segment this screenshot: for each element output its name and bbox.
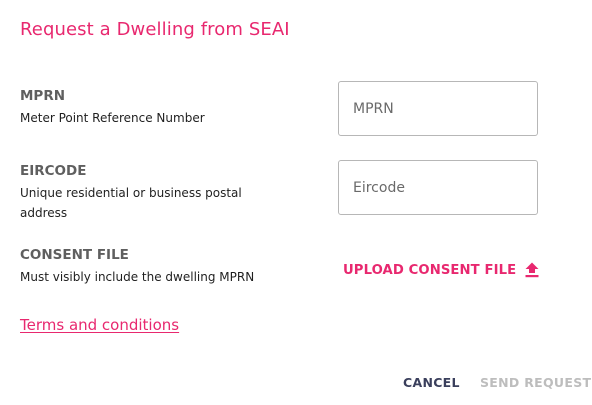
eircode-input[interactable]: [338, 160, 538, 215]
dialog-title: Request a Dwelling from SEAI: [20, 19, 290, 40]
upload-icon: [525, 262, 539, 278]
consent-file-label: CONSENT FILE: [20, 247, 129, 263]
upload-consent-file-label: UPLOAD CONSENT FILE: [343, 262, 517, 278]
cancel-button[interactable]: CANCEL: [403, 375, 460, 390]
consent-file-description: Must visibly include the dwelling MPRN: [20, 270, 255, 284]
request-dwelling-dialog: Request a Dwelling from SEAI MPRN Meter …: [0, 0, 592, 405]
upload-consent-file-button[interactable]: UPLOAD CONSENT FILE: [343, 258, 539, 282]
terms-and-conditions-link[interactable]: Terms and conditions: [20, 316, 179, 334]
mprn-input[interactable]: [338, 81, 538, 136]
send-request-button[interactable]: SEND REQUEST: [480, 375, 591, 390]
mprn-label: MPRN: [20, 88, 66, 104]
eircode-label: EIRCODE: [20, 163, 87, 179]
mprn-description: Meter Point Reference Number: [20, 111, 205, 125]
eircode-description: Unique residential or business postal ad…: [20, 186, 242, 220]
